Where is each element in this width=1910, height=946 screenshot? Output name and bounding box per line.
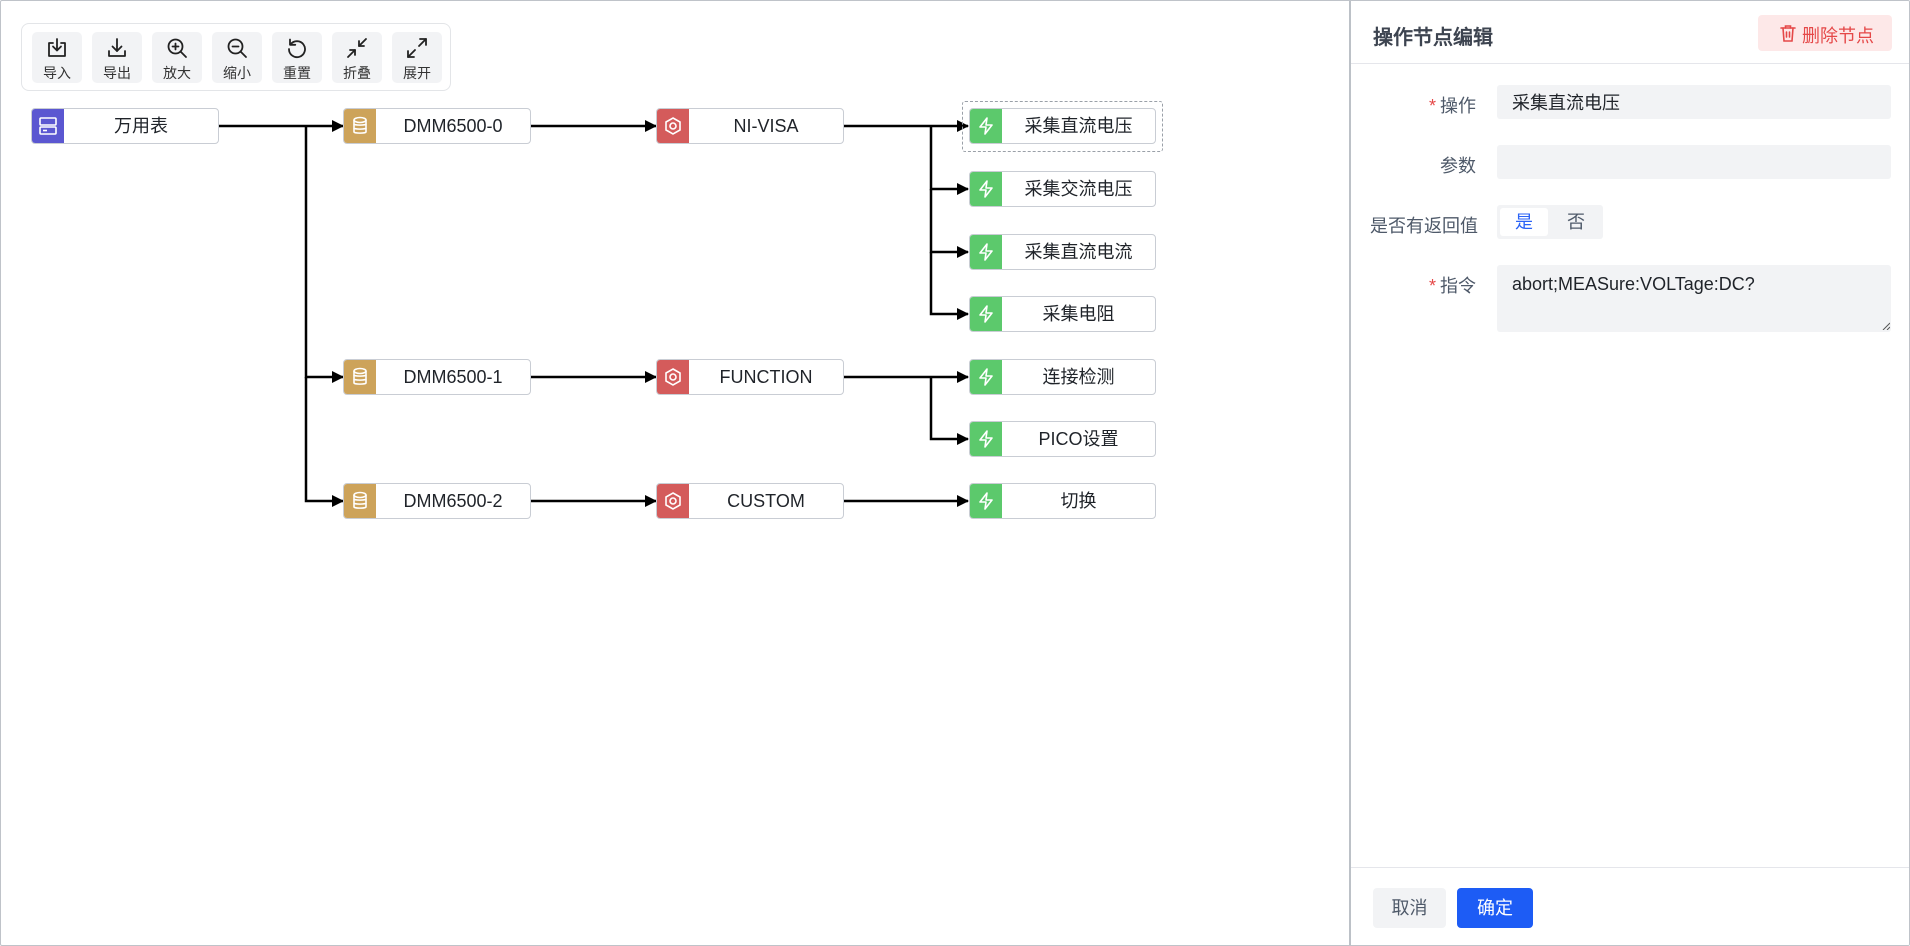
delete-node-button[interactable]: 删除节点 [1758, 15, 1892, 51]
command-field-label: * 指令 [1351, 272, 1476, 298]
expand-button[interactable]: 展开 [392, 32, 442, 83]
cancel-button[interactable]: 取消 [1373, 888, 1446, 928]
canvas-toolbar: 导入 导出 放大 缩小 重置 折叠 展开 [21, 23, 451, 91]
zoom-in-button[interactable]: 放大 [152, 32, 202, 83]
edge-root-dmm1 [304, 126, 344, 383]
node-device-1[interactable]: DMM6500-1 [343, 359, 531, 395]
params-field-label: 参数 [1440, 156, 1476, 176]
edge-function-op6 [929, 377, 969, 445]
lightning-icon [970, 484, 1002, 518]
edge-nivisa-op4 [929, 252, 969, 320]
node-operation-2[interactable]: 采集直流电流 [969, 234, 1156, 270]
lightning-icon [970, 172, 1002, 206]
command-label-text: 指令 [1440, 276, 1476, 296]
params-input[interactable] [1497, 145, 1891, 179]
required-mark: * [1428, 276, 1436, 296]
node-label: 连接检测 [1042, 367, 1115, 387]
lightning-icon [970, 360, 1002, 394]
resize-grip-icon[interactable] [1882, 322, 1890, 330]
import-icon [48, 38, 66, 57]
required-mark: * [1428, 96, 1436, 116]
zoom-out-button[interactable]: 缩小 [212, 32, 262, 83]
operation-label-text: 操作 [1440, 96, 1476, 116]
collapse-button[interactable]: 折叠 [332, 32, 382, 83]
node-label: 万用表 [114, 116, 168, 136]
node-label: 采集直流电流 [1024, 242, 1133, 262]
export-icon [108, 38, 126, 57]
hexagon-gear-icon [657, 109, 689, 143]
command-textarea[interactable]: abort;MEASure:VOLTage:DC? [1497, 265, 1891, 332]
reset-icon [288, 38, 306, 59]
node-label: 采集交流电压 [1024, 179, 1133, 199]
node-operation-1[interactable]: 采集交流电压 [969, 171, 1156, 207]
node-device-0[interactable]: DMM6500-0 [343, 108, 531, 144]
node-edit-panel: 操作节点编辑 删除节点 *操作 参数 是否有返回值 是 否 *指令 abort;… [1349, 1, 1909, 945]
lightning-icon [970, 297, 1002, 331]
lightning-icon [970, 422, 1002, 456]
node-label: CUSTOM [727, 491, 805, 511]
node-protocol-2[interactable]: CUSTOM [656, 483, 844, 519]
node-label: PICO设置 [1038, 429, 1119, 449]
lightning-icon [970, 235, 1002, 269]
import-label: 导入 [43, 65, 71, 81]
delete-node-label: 删除节点 [1802, 26, 1874, 46]
database-icon [344, 484, 376, 518]
collapse-label: 折叠 [343, 65, 371, 81]
has-return-label: 是否有返回值 [1370, 216, 1478, 236]
zoom-out-label: 缩小 [223, 65, 251, 81]
lightning-icon [970, 109, 1002, 143]
export-button[interactable]: 导出 [92, 32, 142, 83]
has-return-no[interactable]: 否 [1552, 208, 1600, 236]
node-protocol-1[interactable]: FUNCTION [656, 359, 844, 395]
panel-header-divider [1351, 63, 1909, 64]
reset-label: 重置 [283, 65, 311, 81]
node-label: FUNCTION [719, 367, 813, 387]
operation-field-label: * 操作 [1351, 92, 1476, 118]
database-icon [344, 360, 376, 394]
app-window: 万用表 DMM6500-0 DMM6500-1 DMM6500-2 NI-VIS… [0, 0, 1910, 946]
expand-label: 展开 [403, 65, 431, 81]
export-label: 导出 [103, 65, 131, 81]
zoom-out-icon [227, 38, 247, 58]
hexagon-gear-icon [657, 360, 689, 394]
node-operation-0[interactable]: 采集直流电压 [969, 108, 1156, 144]
reset-button[interactable]: 重置 [272, 32, 322, 83]
operation-input[interactable] [1497, 85, 1891, 119]
node-label: DMM6500-1 [403, 367, 503, 387]
database-icon [344, 109, 376, 143]
node-device-2[interactable]: DMM6500-2 [343, 483, 531, 519]
edge-root-dmm2 [304, 377, 344, 507]
server-icon [32, 109, 64, 143]
node-label: DMM6500-2 [403, 491, 503, 511]
has-return-yes[interactable]: 是 [1500, 208, 1548, 236]
node-label: DMM6500-0 [403, 116, 503, 136]
node-label: 采集直流电压 [1024, 116, 1133, 136]
collapse-icon [347, 38, 367, 58]
panel-title: 操作节点编辑 [1373, 27, 1493, 49]
confirm-button[interactable]: 确定 [1457, 888, 1533, 928]
node-label: 切换 [1060, 491, 1097, 511]
import-button[interactable]: 导入 [32, 32, 82, 83]
node-operation-4[interactable]: 连接检测 [969, 359, 1156, 395]
panel-footer-divider [1351, 867, 1909, 868]
zoom-in-label: 放大 [163, 65, 191, 81]
zoom-in-icon [167, 38, 187, 58]
node-protocol-0[interactable]: NI-VISA [656, 108, 844, 144]
flow-canvas[interactable]: 万用表 DMM6500-0 DMM6500-1 DMM6500-2 NI-VIS… [1, 1, 1349, 945]
node-operation-3[interactable]: 采集电阻 [969, 296, 1156, 332]
node-operation-5[interactable]: PICO设置 [969, 421, 1156, 457]
node-root[interactable]: 万用表 [31, 108, 219, 144]
hexagon-gear-icon [657, 484, 689, 518]
node-operation-6[interactable]: 切换 [969, 483, 1156, 519]
has-return-toggle: 是 否 [1497, 205, 1603, 239]
node-label: NI-VISA [733, 116, 799, 136]
edge-nivisa-op3 [929, 189, 969, 258]
trash-icon [1780, 25, 1796, 42]
expand-icon [407, 38, 427, 58]
node-label: 采集电阻 [1042, 304, 1115, 324]
